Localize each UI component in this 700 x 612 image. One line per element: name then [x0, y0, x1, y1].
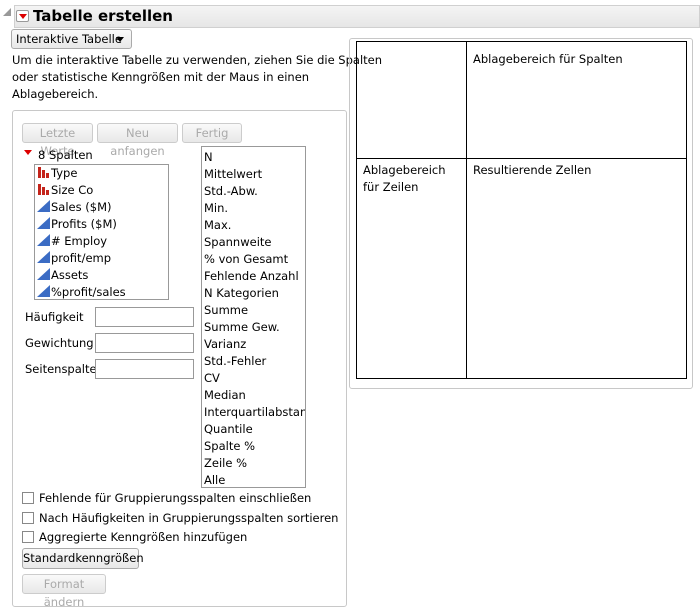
continuous-icon — [37, 217, 50, 229]
column-name: Profits ($M) — [51, 217, 117, 231]
statistic-item[interactable]: % von Gesamt — [202, 251, 305, 268]
column-item[interactable]: Assets — [35, 267, 168, 284]
statistic-item[interactable]: Min. — [202, 200, 305, 217]
continuous-icon — [37, 251, 50, 263]
mode-dropdown-value: Interaktive Tabelle — [16, 32, 122, 46]
column-name: Size Co — [51, 183, 94, 197]
option-checkbox[interactable] — [22, 492, 34, 504]
role-label: Seitenspalte — [25, 362, 97, 376]
option-checkbox[interactable] — [22, 511, 34, 524]
statistic-item[interactable]: Spannweite — [202, 234, 305, 251]
default-statistics-button[interactable]: Standardkenngrößen — [22, 548, 144, 569]
column-list[interactable]: Type Size Co Sales ($M) Profits ($M) # Emplo… — [34, 164, 169, 300]
nominal-icon — [38, 184, 49, 195]
statistic-item[interactable]: Summe — [202, 302, 305, 319]
statistic-item[interactable]: CV — [202, 370, 305, 387]
option-label: Nach Häufigkeiten in Gruppierungsspalten… — [39, 510, 339, 525]
statistic-item[interactable]: N — [202, 149, 305, 166]
continuous-icon — [37, 234, 50, 246]
chevron-down-icon — [116, 37, 124, 42]
statistics-list[interactable]: N Mittelwert Std.-Abw. Min. Max. Spannweite% … — [201, 146, 306, 488]
results-cells[interactable]: Resultierende Zellen — [467, 159, 686, 378]
column-name: profit/emp — [51, 251, 112, 265]
instruction-line: Um die interaktive Tabelle zu verwenden,… — [12, 53, 383, 67]
columns-menu-icon[interactable] — [22, 147, 33, 156]
column-item[interactable]: Sales ($M) — [35, 199, 168, 216]
role-input[interactable] — [95, 333, 194, 353]
instruction-line: Ablagebereich. — [12, 87, 99, 101]
column-name: Type — [51, 166, 78, 180]
continuous-icon — [37, 285, 50, 297]
option-label: Aggregierte Kenngrößen hinzufügen — [39, 530, 248, 544]
column-drop-zone-label: Ablagebereich für Spalten — [473, 52, 623, 66]
role-input[interactable] — [95, 307, 194, 327]
column-item[interactable]: profit/emp — [35, 250, 168, 267]
statistic-item[interactable]: Quantile — [202, 421, 305, 438]
column-name: %profit/sales — [51, 285, 126, 299]
row-drop-zone[interactable]: Ablagebereich für Zeilen — [357, 159, 466, 378]
statistic-item[interactable]: Max. — [202, 217, 305, 234]
role-label: Gewichtung — [25, 336, 94, 350]
mode-dropdown[interactable]: Interaktive Tabelle — [11, 29, 132, 49]
results-cells-label: Resultierende Zellen — [473, 163, 592, 177]
column-item[interactable]: %profit/sales — [35, 284, 168, 299]
nominal-icon — [38, 167, 49, 178]
done-button[interactable]: Fertig — [182, 123, 242, 143]
column-item[interactable]: Type — [35, 165, 168, 182]
continuous-icon — [37, 268, 50, 280]
statistic-item[interactable]: Zeile % — [202, 455, 305, 472]
statistic-item[interactable]: Interquartilabstand — [202, 404, 305, 421]
option-checkbox[interactable] — [22, 531, 34, 543]
statistic-item[interactable]: Fehlende Anzahl — [202, 268, 305, 285]
statistic-item[interactable]: Std.-Fehler — [202, 353, 305, 370]
change-format-button[interactable]: Format ändern — [22, 574, 106, 609]
instructions: Um die interaktive Tabelle zu verwenden,… — [12, 52, 382, 103]
statistic-item[interactable]: N Kategorien — [202, 285, 305, 302]
statistic-item[interactable]: Std.-Abw. — [202, 183, 305, 200]
option-label: Fehlende für Gruppierungsspalten einschl… — [39, 491, 312, 505]
outline-disclosure-icon[interactable] — [3, 8, 11, 16]
statistic-item[interactable]: Mittelwert — [202, 166, 305, 183]
column-item[interactable]: Size Co — [35, 182, 168, 199]
column-name: Assets — [51, 268, 89, 282]
column-drop-zone[interactable]: Ablagebereich für Spalten — [467, 42, 686, 158]
columns-header: 8 Spalten — [38, 148, 93, 162]
row-drop-zone-label: Ablagebereich für Zeilen — [363, 163, 446, 194]
instruction-line: oder statistische Kenngrößen mit der Mau… — [12, 70, 310, 84]
statistic-item[interactable]: Summe Gew. — [202, 319, 305, 336]
last-values-button[interactable]: Letzte Werte — [22, 123, 93, 158]
statistic-item[interactable]: Varianz — [202, 336, 305, 353]
column-name: Sales ($M) — [51, 200, 112, 214]
role-label: Häufigkeit — [25, 310, 84, 324]
column-item[interactable]: # Employ — [35, 233, 168, 250]
column-name: # Employ — [51, 234, 108, 248]
statistic-item[interactable]: Median — [202, 387, 305, 404]
red-triangle-menu-icon[interactable] — [16, 10, 29, 22]
restart-button[interactable]: Neu anfangen — [97, 123, 178, 158]
role-input[interactable] — [95, 359, 194, 379]
column-item[interactable]: Profits ($M) — [35, 216, 168, 233]
statistic-item[interactable]: Spalte % — [202, 438, 305, 455]
page-title: Tabelle erstellen — [33, 7, 173, 25]
statistic-item[interactable]: Alle — [202, 472, 305, 487]
continuous-icon — [37, 200, 50, 212]
